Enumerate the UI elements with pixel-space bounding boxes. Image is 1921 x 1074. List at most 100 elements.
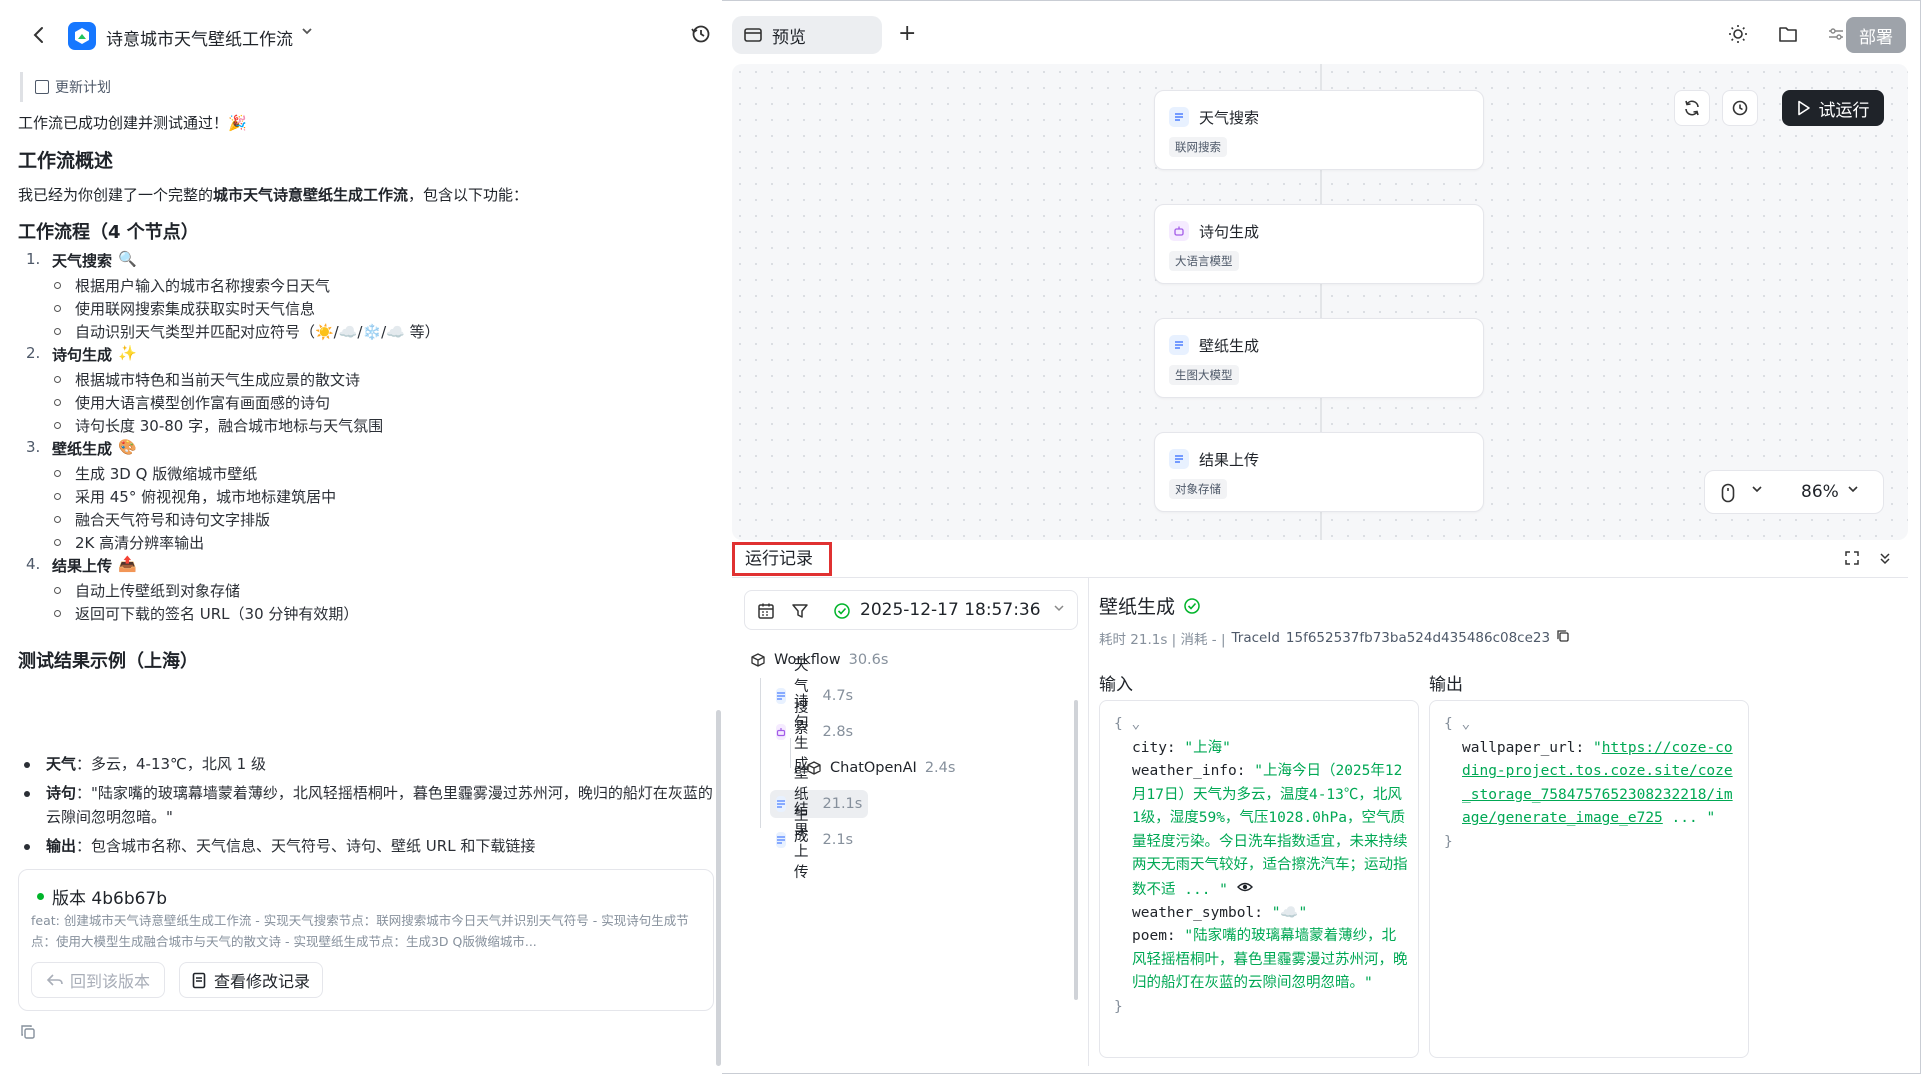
list-item: 返回可下载的签名 URL（30 分钟有效期）: [54, 603, 358, 624]
trial-run-button[interactable]: 试运行: [1782, 90, 1884, 126]
view-changes-button[interactable]: 查看修改记录: [179, 962, 324, 998]
version-card: 版本 4b6b67b feat: 创建城市天气诗意壁纸生成工作流 - 实现天气搜…: [18, 869, 714, 1011]
revert-version-button[interactable]: 回到该版本: [31, 962, 166, 998]
plan-icon: [35, 80, 49, 94]
app-logo: [68, 22, 96, 50]
node-poem-generate[interactable]: 诗句生成 大语言模型: [1154, 204, 1484, 284]
list-item: 诗句长度 30-80 字，融合城市地标与天气氛围: [54, 415, 383, 436]
theme-icon[interactable]: [1726, 22, 1750, 46]
step-title: 3. 壁纸生成 🎨: [26, 438, 137, 458]
list-item: 2K 高清分辨率输出: [54, 532, 204, 553]
trace-id: 15f652537fb73ba524d435486c08ce23: [1285, 630, 1551, 646]
output-json-viewer[interactable]: { ⌄ wallpaper_url: "https://coze-coding-…: [1429, 700, 1749, 1058]
undo-icon: [46, 974, 63, 986]
settings-sliders-icon[interactable]: [1824, 22, 1848, 46]
refresh-button[interactable]: [1674, 90, 1710, 126]
document-icon: [192, 972, 206, 988]
back-icon[interactable]: [28, 24, 50, 46]
mouse-icon[interactable]: [1721, 483, 1735, 507]
zoom-level[interactable]: 86%: [1801, 482, 1839, 502]
chat-scrollbar[interactable]: [716, 710, 721, 1066]
runlog-header: 运行记录: [732, 540, 1908, 578]
workspace-header: 预览 + 部署: [722, 0, 1921, 64]
folder-icon[interactable]: [1776, 22, 1800, 46]
tree-item-chatopenai[interactable]: ChatOpenAI 2.4s: [800, 754, 961, 782]
list-item: 融合天气符号和诗句文字排版: [54, 509, 270, 530]
collapse-icon[interactable]: [1878, 550, 1892, 570]
tab-run-log[interactable]: 运行记录: [732, 542, 832, 576]
detail-title: 壁纸生成: [1099, 592, 1201, 619]
check-circle-icon: [1184, 597, 1200, 614]
tree-item-wallpaper-generate[interactable]: 壁纸生成 21.1s: [770, 766, 869, 845]
window-icon: [744, 28, 762, 42]
refresh-icon: [1685, 100, 1699, 116]
list-icon: [1169, 449, 1189, 469]
update-plan-link[interactable]: 更新计划: [20, 72, 111, 102]
app-title[interactable]: 诗意城市天气壁纸工作流: [106, 25, 293, 50]
chevron-down-icon[interactable]: ⌄: [1131, 716, 1140, 732]
list-item: 根据用户输入的城市名称搜索今日天气: [54, 275, 330, 296]
input-label: 输入: [1099, 675, 1133, 695]
divider: [1088, 578, 1089, 1066]
chat-panel: 诗意城市天气壁纸工作流 更新计划 工作流已成功创建并测试通过！🎉 工作流概述 我…: [0, 0, 722, 1074]
list-icon: [776, 832, 786, 848]
history-icon[interactable]: [690, 23, 714, 47]
list-icon: [776, 796, 786, 812]
check-circle-icon: [833, 602, 851, 624]
status-dot: [37, 893, 44, 900]
step-title: 2. 诗句生成 ✨: [26, 344, 137, 364]
chevron-down-icon[interactable]: ⌄: [1461, 716, 1470, 732]
detail-meta: 耗时 21.1s | 消耗 - | TraceId 15f652537fb73b…: [1099, 628, 1570, 648]
tree-item-result-upload[interactable]: 结果上传 2.1s: [770, 802, 859, 881]
eye-icon[interactable]: [1236, 878, 1253, 902]
tree-item-poem-generate[interactable]: 诗句生成 2.8s: [770, 694, 859, 773]
output-label: 输出: [1429, 675, 1463, 695]
run-history-button[interactable]: [1722, 90, 1758, 126]
tab-preview[interactable]: 预览: [732, 16, 882, 54]
list-item: 生成 3D Q 版微缩城市壁纸: [54, 463, 257, 484]
chevron-down-icon[interactable]: [1847, 483, 1859, 499]
workflow-canvas[interactable]: 天气搜索 联网搜索 诗句生成 大语言模型 壁纸生成 生图大模型 结果上传 对象存…: [732, 64, 1908, 540]
add-tab-button[interactable]: +: [898, 22, 916, 46]
node-tag: 大语言模型: [1169, 251, 1239, 271]
robot-icon: [776, 724, 786, 740]
intro-text: 我已经为你创建了一个完整的城市天气诗意壁纸生成工作流，包含以下功能：: [18, 186, 529, 204]
node-result-upload[interactable]: 结果上传 对象存储: [1154, 432, 1484, 512]
input-json-viewer[interactable]: { ⌄ city: "上海" weather_info: "上海今日（2025年…: [1099, 700, 1419, 1058]
node-wallpaper-generate[interactable]: 壁纸生成 生图大模型: [1154, 318, 1484, 398]
robot-icon: [1169, 221, 1189, 241]
tree-item-workflow[interactable]: Workflow 30.6s: [744, 646, 894, 674]
copy-icon[interactable]: [1556, 629, 1570, 647]
step-title: 1. 天气搜索 🔍: [26, 250, 137, 270]
list-item: 采用 45° 俯视视角，城市地标建筑居中: [54, 486, 336, 507]
deploy-button[interactable]: 部署: [1846, 17, 1906, 53]
history-icon: [1732, 100, 1748, 116]
list-item: 自动识别天气类型并匹配对应符号（☀️/☁️/❄️/☁️ 等）: [54, 321, 440, 342]
result-poem: 诗句："陆家嘴的玻璃幕墙蒙着薄纱，北风轻摇梧桐叶，暮色里霾雾漫过苏州河，晚归的船…: [24, 781, 714, 829]
success-message: 工作流已成功创建并测试通过！🎉: [18, 114, 247, 132]
node-tag: 对象存储: [1169, 479, 1227, 499]
chevron-down-icon[interactable]: [1053, 602, 1065, 617]
node-tag: 生图大模型: [1169, 365, 1239, 385]
filter-icon[interactable]: [791, 602, 809, 624]
node-weather-search[interactable]: 天气搜索 联网搜索: [1154, 90, 1484, 170]
result-heading: 测试结果示例（上海）: [18, 651, 198, 672]
list-icon: [1169, 335, 1189, 355]
list-item: 自动上传壁纸到对象存储: [54, 580, 240, 601]
chat-header: 诗意城市天气壁纸工作流: [0, 0, 722, 72]
calendar-icon[interactable]: [757, 602, 775, 624]
tree-line: [760, 678, 761, 828]
run-timestamp[interactable]: 2025-12-17 18:57:36: [860, 600, 1041, 620]
copy-icon[interactable]: [20, 1024, 36, 1040]
flow-heading: 工作流程（4 个节点）: [18, 222, 199, 243]
chevron-down-icon[interactable]: [1751, 483, 1763, 499]
plan-link-label: 更新计划: [55, 80, 111, 96]
fullscreen-icon[interactable]: [1844, 550, 1860, 570]
node-tag: 联网搜索: [1169, 137, 1227, 157]
run-list-scrollbar[interactable]: [1074, 700, 1078, 1000]
chevron-down-icon[interactable]: [300, 24, 314, 42]
tree-item-weather-search[interactable]: 天气搜索 4.7s: [770, 658, 859, 737]
list-item: 使用大语言模型创作富有画面感的诗句: [54, 392, 330, 413]
version-title: 版本 4b6b67b: [37, 884, 167, 909]
version-description: feat: 创建城市天气诗意壁纸生成工作流 - 实现天气搜索节点：联网搜索城市今…: [31, 913, 689, 949]
